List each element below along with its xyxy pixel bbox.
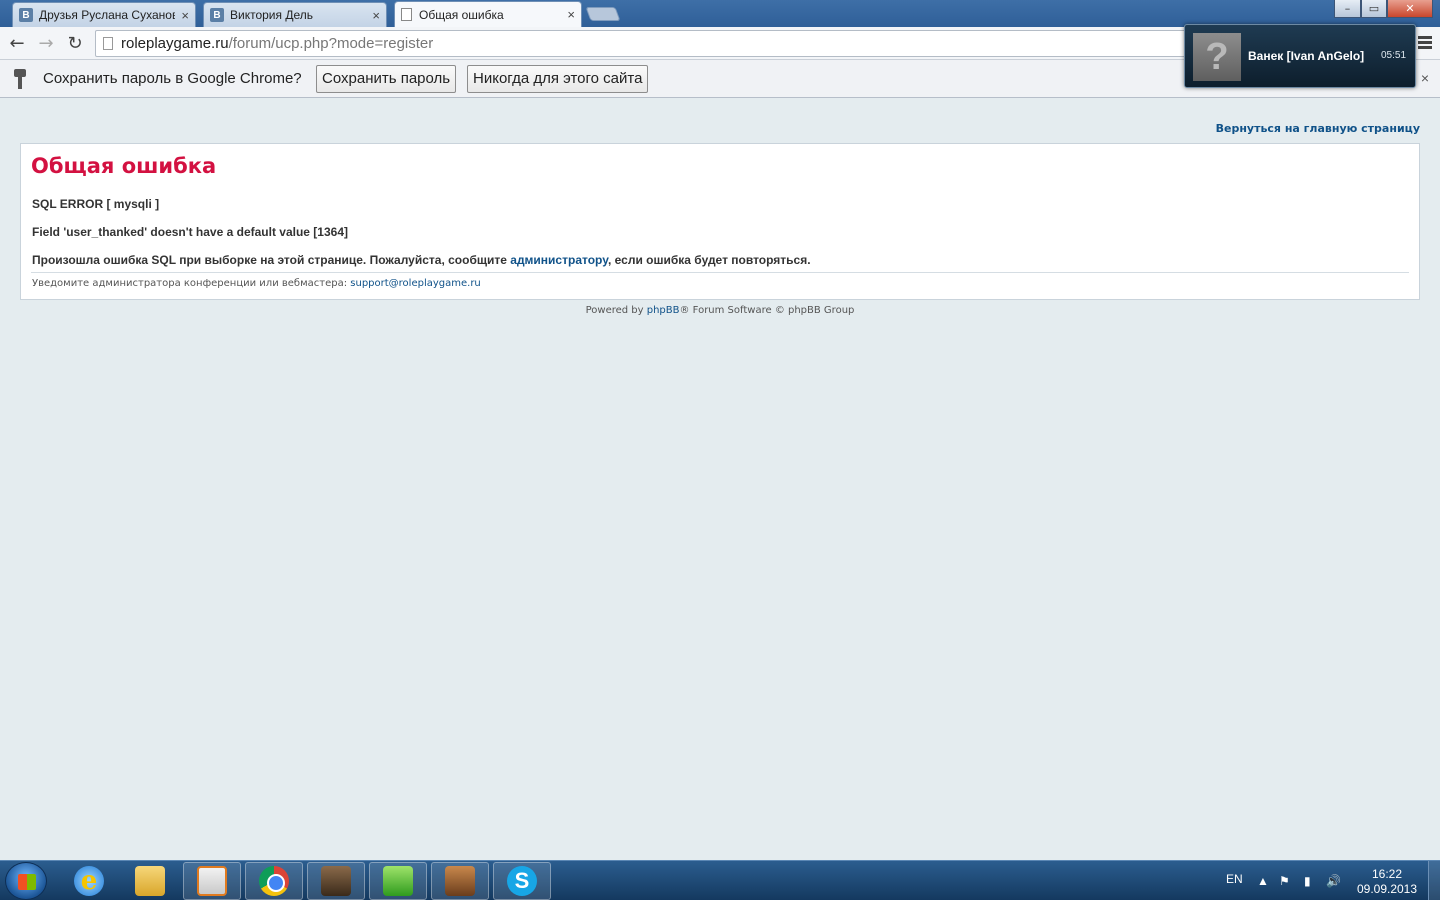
url-host: roleplaygame.ru [121, 35, 229, 52]
sql-error-line: SQL ERROR [ mysqli ] [32, 197, 160, 211]
game-icon [445, 866, 475, 896]
key-icon [14, 69, 26, 89]
error-message-suffix: , если ошибка будет повторяться. [607, 253, 811, 267]
page-icon [103, 37, 113, 50]
window-controls: – ▭ ✕ [1334, 0, 1433, 18]
game-icon [321, 866, 351, 896]
divider [31, 272, 1409, 273]
folder-icon [135, 866, 165, 896]
back-button[interactable]: ← [6, 32, 28, 54]
action-center-flag-icon[interactable]: ⚑ [1279, 874, 1290, 900]
media-player-icon [197, 866, 227, 896]
qip-icon [383, 866, 413, 896]
volume-icon[interactable]: 🔊 [1326, 874, 1341, 900]
tab-label: Виктория Дель [230, 8, 313, 22]
error-message-prefix: Произошла ошибка SQL при выборке на этой… [32, 253, 511, 267]
page-icon [401, 8, 412, 21]
show-desktop-button[interactable] [1428, 861, 1440, 900]
notification-time: 05:51 [1381, 50, 1407, 61]
chrome-icon [259, 866, 289, 896]
taskbar-explorer[interactable] [121, 862, 179, 900]
notification-sender: Ванек [Ivan AnGelo] [1248, 49, 1365, 63]
powered-prefix: Powered by [585, 305, 647, 316]
close-icon[interactable]: × [567, 7, 575, 22]
vk-icon: B [19, 8, 33, 22]
webmaster-notice: Уведомите администратора конференции или… [32, 278, 481, 289]
infobar-message: Сохранить пароль в Google Chrome? [43, 70, 302, 87]
browser-tab-strip: B Друзья Руслана Сухановa × B Виктория Д… [0, 0, 1440, 27]
close-icon[interactable]: × [1421, 70, 1429, 86]
administrator-link[interactable]: администратору [510, 253, 608, 267]
phpbb-link[interactable]: phpBB [647, 305, 680, 316]
tab-viktoria[interactable]: B Виктория Дель × [203, 2, 387, 27]
powered-suffix: ® Forum Software © phpBB Group [679, 305, 855, 316]
tab-label: Общая ошибка [419, 7, 504, 22]
taskbar-chrome[interactable] [245, 862, 303, 900]
menu-icon[interactable] [1418, 36, 1432, 51]
reload-button[interactable]: ↻ [64, 32, 86, 54]
clock-time: 16:22 [1371, 867, 1403, 881]
skype-icon: S [507, 866, 537, 896]
system-clock[interactable]: 16:22 09.09.2013 [1355, 867, 1419, 897]
notice-text: Уведомите администратора конференции или… [32, 278, 351, 289]
minimize-button[interactable]: – [1334, 0, 1361, 18]
error-panel: Общая ошибка SQL ERROR [ mysqli ] Field … [20, 143, 1420, 300]
close-icon[interactable]: × [181, 8, 189, 23]
forward-button[interactable]: → [35, 32, 57, 54]
powered-by-footer: Powered by phpBB® Forum Software © phpBB… [0, 305, 1440, 316]
taskbar: e S EN ▲ ⚑ ▮ 🔊 16:22 09.09.2013 [0, 860, 1440, 900]
tab-friends[interactable]: B Друзья Руслана Сухановa × [12, 2, 196, 27]
taskbar-game[interactable] [307, 862, 365, 900]
taskbar-game-2[interactable] [431, 862, 489, 900]
start-button[interactable] [5, 862, 47, 900]
field-error-line: Field 'user_thanked' doesn't have a defa… [32, 225, 348, 239]
error-message: Произошла ошибка SQL при выборке на этой… [32, 253, 811, 267]
message-notification[interactable]: ? Ванек [Ivan AnGelo] 05:51 [1184, 24, 1416, 88]
taskbar-ie[interactable]: e [60, 862, 118, 900]
taskbar-skype[interactable]: S [493, 862, 551, 900]
tab-general-error[interactable]: Общая ошибка × [394, 1, 582, 27]
back-to-index-link[interactable]: Вернуться на главную страницу [1216, 122, 1420, 135]
internet-explorer-icon: e [74, 866, 104, 896]
taskbar-qip[interactable] [369, 862, 427, 900]
network-signal-icon[interactable]: ▮ [1304, 874, 1311, 900]
tab-label: Друзья Руслана Сухановa [39, 8, 176, 22]
close-icon[interactable]: × [372, 8, 380, 23]
close-window-button[interactable]: ✕ [1387, 0, 1433, 18]
maximize-button[interactable]: ▭ [1361, 0, 1387, 18]
vk-icon: B [210, 8, 224, 22]
taskbar-media-player[interactable] [183, 862, 241, 900]
windows-logo-icon [18, 874, 36, 890]
support-email-link[interactable]: support@roleplaygame.ru [350, 278, 481, 289]
show-hidden-icons-icon[interactable]: ▲ [1257, 874, 1269, 900]
avatar: ? [1193, 33, 1241, 81]
page-title: Общая ошибка [31, 154, 217, 178]
save-password-button[interactable]: Сохранить пароль [316, 65, 457, 93]
language-indicator[interactable]: EN [1226, 872, 1243, 900]
new-tab-button[interactable] [585, 7, 621, 21]
clock-date: 09.09.2013 [1356, 882, 1418, 896]
url-path: /forum/ucp.php?mode=register [228, 35, 434, 52]
never-for-site-button[interactable]: Никогда для этого сайта [467, 65, 649, 93]
